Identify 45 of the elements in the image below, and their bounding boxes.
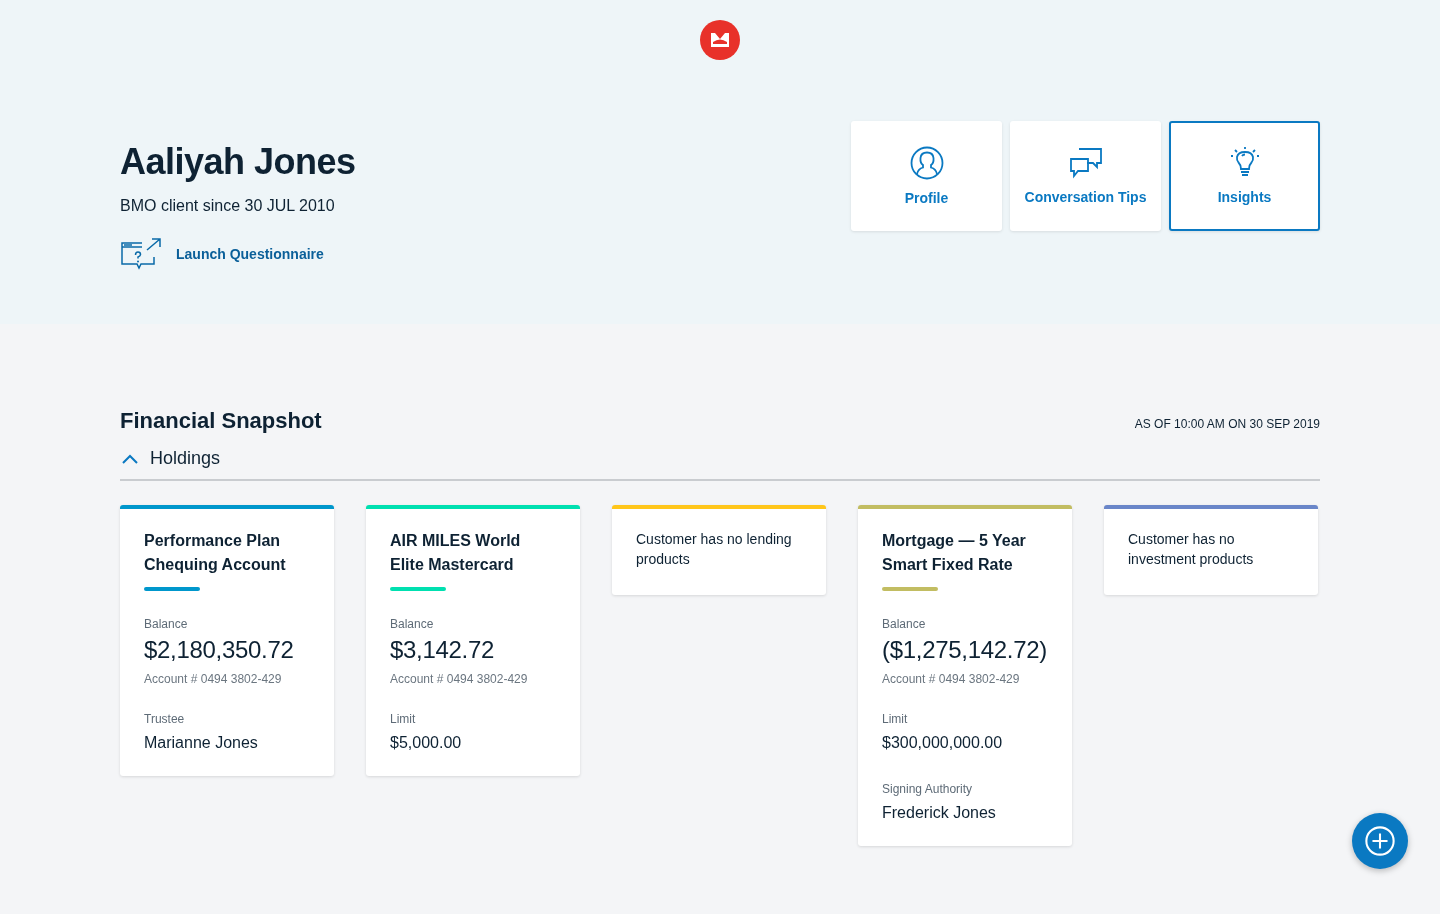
nav-tile[interactable]: Insights [1169,121,1320,231]
questionnaire-icon [120,237,162,271]
bank-logo[interactable] [700,20,740,60]
field-label: Limit [882,712,909,726]
account-number: Account # 0494 3802-429 [390,672,529,686]
accent-bar [882,587,938,591]
launch-questionnaire-link[interactable]: Launch Questionnaire [176,246,324,262]
field-label: Trustee [144,712,186,726]
field-value: $300,000,000.00 [882,734,1004,752]
accent-bar [390,587,446,591]
account-card[interactable]: AIR MILES World Elite Mastercard Balance $3,142.72 Account # 0494 3802-429 Limit $5,000.00 [366,505,580,776]
field-label: Limit [390,712,417,726]
accent-bar [144,587,200,591]
field-label: Balance [882,617,927,631]
account-number: Account # 0494 3802-429 [882,672,1021,686]
balance-amount: $3,142.72 [390,636,496,664]
empty-message: Customer has no investment products [1128,530,1255,569]
nav-tile[interactable]: Conversation Tips [1010,121,1161,231]
client-name: Aaliyah Jones [120,141,356,183]
field-value: Frederick Jones [882,804,997,822]
holdings-toggle[interactable]: Holdings [120,434,1320,481]
add-button[interactable] [1352,813,1408,869]
field-value: Marianne Jones [144,734,259,752]
section-title: Financial Snapshot [120,408,322,434]
chevron-up-icon [122,453,138,464]
empty-message: Customer has no lending products [636,530,793,569]
account-number: Account # 0494 3802-429 [144,672,283,686]
field-label: Balance [144,617,189,631]
timestamp: AS OF 10:00 AM ON 30 SEP 2019 [1134,417,1320,431]
field-label: Balance [390,617,435,631]
account-title: Performance Plan Chequing Account [144,531,287,575]
balance-amount: $2,180,350.72 [144,636,295,664]
speech-bubbles-icon [1068,147,1103,179]
account-title: AIR MILES World Elite Mastercard [390,531,522,575]
account-card[interactable]: Performance Plan Chequing Account Balance $2,180,350.72 Account # 0494 3802-429 Trustee Marianne Jones [120,505,334,776]
lightbulb-icon [1230,147,1259,179]
field-label: Signing Authority [882,782,974,796]
client-since: BMO client since 30 JUL 2010 [120,197,336,215]
balance-amount: ($1,275,142.72) [882,636,1048,664]
nav-tile[interactable]: Profile [851,121,1002,231]
account-title: Mortgage — 5 Year Smart Fixed Rate [882,531,1027,575]
person-icon [909,146,944,180]
add-icon [1364,825,1396,857]
account-card[interactable]: Mortgage — 5 Year Smart Fixed Rate Balance ($1,275,142.72) Account # 0494 3802-429 Limit $300,000,000.00 Signing Authority Frederick Jones [858,505,1072,846]
field-value: $5,000.00 [390,734,463,752]
